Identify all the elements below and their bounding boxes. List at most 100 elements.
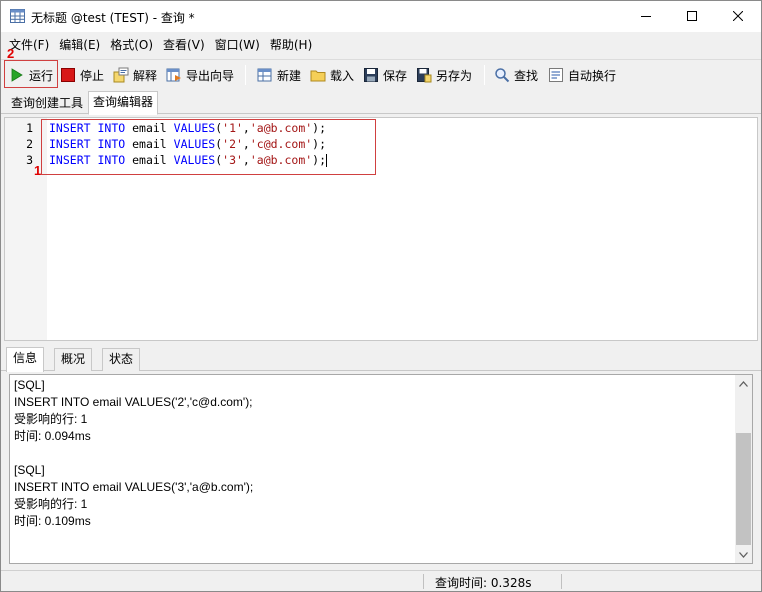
punct-token: , [242, 121, 250, 135]
menu-window[interactable]: 窗口(W) [210, 35, 265, 55]
log-line: [SQL] [14, 378, 45, 392]
log-line: 时间: 0.094ms [14, 429, 91, 443]
find-button[interactable]: 查找 [491, 63, 541, 87]
save-as-button[interactable]: 另存为 [413, 63, 475, 87]
chevron-down-icon [739, 551, 748, 558]
code-line: INSERT INTO email VALUES('3','a@b.com'); [49, 152, 328, 168]
line-number: 3 [26, 153, 33, 167]
string-token: '3' [222, 153, 243, 167]
window-title: 无标题 @test (TEST) - 查询 * [31, 11, 195, 25]
tab-info[interactable]: 信息 [6, 347, 45, 372]
keyword-token: INSERT [49, 153, 91, 167]
save-button[interactable]: 保存 [360, 63, 410, 87]
info-log: [SQL] INSERT INTO email VALUES('2','c@d.… [14, 377, 734, 530]
keyword-token: VALUES [173, 137, 216, 151]
tab-query-builder[interactable]: 查询创建工具 [6, 92, 88, 114]
info-scrollbar[interactable] [735, 375, 752, 563]
query-tabs: 查询创建工具 查询编辑器 [1, 90, 761, 115]
folder-icon [310, 70, 326, 82]
info-panel[interactable]: [SQL] INSERT INTO email VALUES('2','c@d.… [9, 374, 753, 564]
log-line: [SQL] [14, 463, 45, 477]
close-button[interactable] [715, 1, 761, 31]
explain-label: 解释 [133, 68, 158, 83]
status-divider [561, 574, 562, 589]
run-step-marker: 2 [7, 46, 15, 61]
new-query-icon [257, 68, 272, 82]
identifier-token: email [125, 121, 174, 135]
word-wrap-label: 自动换行 [568, 68, 617, 83]
log-line: 受影响的行: 1 [14, 497, 88, 511]
keyword-token: INTO [97, 137, 126, 151]
scroll-thumb[interactable] [736, 433, 751, 545]
run-label: 运行 [29, 68, 54, 83]
tab-query-editor[interactable]: 查询编辑器 [88, 91, 159, 115]
new-label: 新建 [277, 68, 302, 83]
maximize-icon [687, 11, 697, 21]
save-as-label: 另存为 [436, 68, 473, 83]
tab-status[interactable]: 状态 [102, 348, 141, 371]
stop-icon [61, 68, 75, 82]
punct-token: ); [312, 153, 327, 167]
export-wizard-button[interactable]: 导出向导 [163, 63, 237, 87]
toolbar-separator [484, 65, 485, 85]
stop-label: 停止 [80, 68, 105, 83]
load-label: 载入 [330, 68, 355, 83]
scroll-up-button[interactable] [735, 375, 752, 392]
load-button[interactable]: 载入 [307, 63, 357, 87]
export-icon [166, 68, 181, 82]
line-number: 2 [26, 137, 33, 151]
toolbar: 运行 停止 解释 导出向导 新建 载入 保存 另存为 查找 自动换行 [1, 59, 761, 89]
tab-overview[interactable]: 概况 [54, 348, 93, 371]
play-icon [11, 68, 23, 82]
identifier-token: email [125, 137, 174, 151]
explain-button[interactable]: 解释 [110, 63, 160, 87]
table-app-icon [10, 9, 25, 23]
maximize-button[interactable] [669, 1, 715, 31]
save-label: 保存 [383, 68, 408, 83]
menu-help[interactable]: 帮助(H) [265, 35, 317, 55]
line-number: 1 [26, 121, 33, 135]
minimize-button[interactable] [623, 1, 669, 31]
minimize-icon [641, 16, 651, 17]
keyword-token: VALUES [173, 121, 216, 135]
log-line: 时间: 0.109ms [14, 514, 91, 528]
keyword-token: INSERT [49, 121, 91, 135]
line-number-gutter: 1 2 3 [5, 118, 47, 340]
menu-view[interactable]: 查看(V) [158, 35, 210, 55]
string-token: 'c@d.com' [249, 137, 313, 151]
run-button[interactable]: 运行 [6, 63, 56, 87]
code-line: INSERT INTO email VALUES('1','a@b.com'); [49, 120, 326, 136]
text-caret [326, 154, 328, 167]
menu-edit[interactable]: 编辑(E) [54, 35, 105, 55]
status-divider [423, 574, 424, 589]
close-icon [733, 11, 743, 21]
keyword-token: INTO [97, 121, 126, 135]
new-button[interactable]: 新建 [254, 63, 304, 87]
keyword-token: INSERT [49, 137, 91, 151]
result-tabs: 信息 概况 状态 [1, 345, 761, 372]
export-wizard-label: 导出向导 [186, 68, 235, 83]
punct-token: , [242, 137, 250, 151]
code-line: INSERT INTO email VALUES('2','c@d.com'); [49, 136, 326, 152]
explain-icon [113, 67, 129, 83]
query-time: 查询时间: 0.328s [435, 576, 532, 590]
string-token: 'a@b.com' [249, 153, 313, 167]
word-wrap-button[interactable]: 自动换行 [545, 63, 619, 87]
log-line: INSERT INTO email VALUES('2','c@d.com'); [14, 395, 253, 409]
scroll-down-button[interactable] [735, 546, 752, 563]
save-as-icon [417, 68, 432, 83]
save-disk-icon [364, 68, 378, 82]
log-line: INSERT INTO email VALUES('3','a@b.com'); [14, 480, 254, 494]
punct-token: ); [312, 121, 327, 135]
menu-format[interactable]: 格式(O) [105, 35, 158, 55]
string-token: 'a@b.com' [249, 121, 313, 135]
string-token: '1' [222, 121, 243, 135]
word-wrap-icon [549, 68, 563, 82]
title-bar: 无标题 @test (TEST) - 查询 * [1, 1, 761, 32]
find-label: 查找 [514, 68, 539, 83]
stop-button[interactable]: 停止 [57, 63, 107, 87]
status-bar: 查询时间: 0.328s [1, 570, 761, 591]
sql-editor[interactable]: 1 2 3 INSERT INTO email VALUES('1','a@b.… [4, 117, 758, 341]
keyword-token: INTO [97, 153, 126, 167]
